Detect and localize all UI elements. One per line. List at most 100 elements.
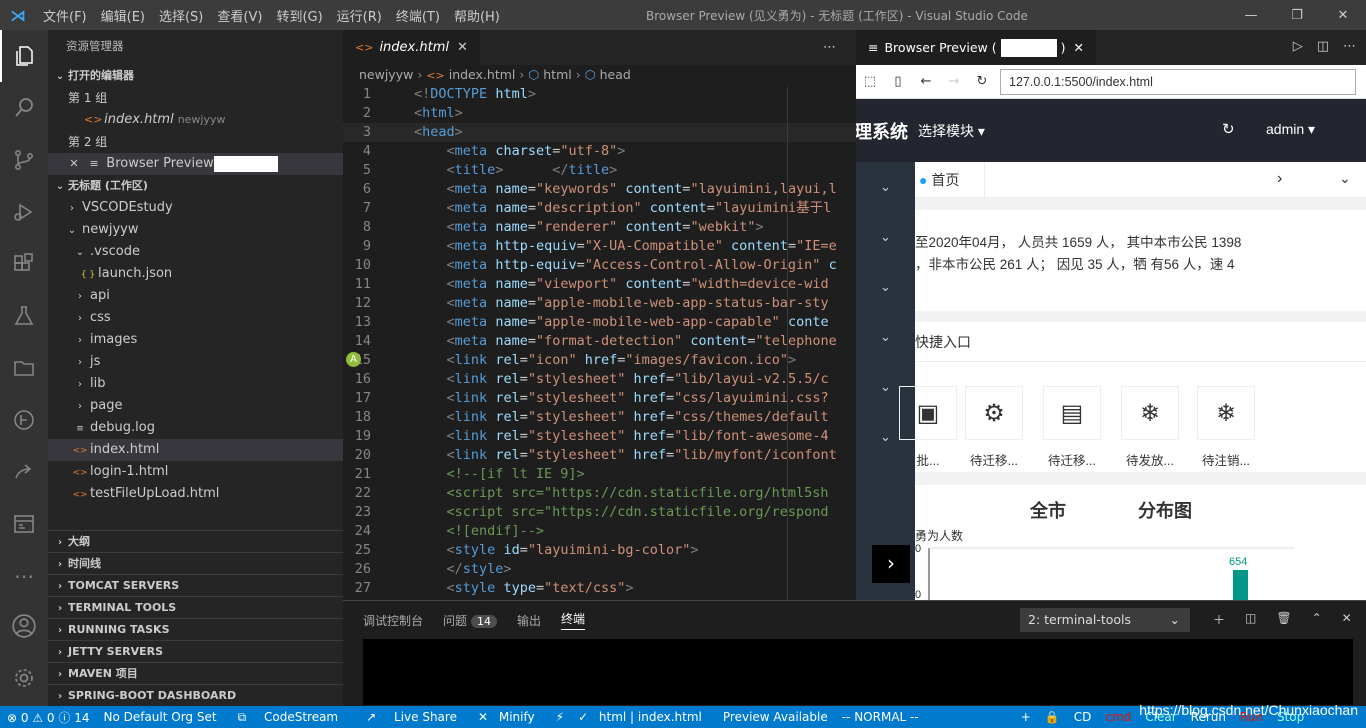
tab-debug-console[interactable]: 调试控制台 bbox=[363, 612, 423, 629]
testing-flask-icon[interactable] bbox=[0, 290, 48, 342]
maximize-panel-icon[interactable]: ⌃ bbox=[1312, 611, 1322, 628]
run-icon[interactable]: ▷ bbox=[1293, 39, 1303, 54]
add-icon[interactable]: + bbox=[1014, 710, 1038, 724]
panel-section[interactable]: › 大纲 bbox=[48, 530, 343, 552]
extensions-icon[interactable] bbox=[0, 238, 48, 290]
forward-icon[interactable]: → bbox=[940, 74, 968, 89]
folder-manager-icon[interactable] bbox=[0, 342, 48, 394]
problems-status[interactable]: ⊗ 0 ⚠ 0 ⓘ 14 bbox=[0, 709, 96, 726]
tab-home[interactable]: ● 首页 bbox=[915, 162, 985, 198]
code-area[interactable]: 1 <!DOCTYPE html> 2 <html> 3 <head> 4 <meta ch… bbox=[343, 85, 856, 598]
chevron-down-icon[interactable]: ⌄ bbox=[856, 162, 915, 212]
tab-terminal[interactable]: 终端 bbox=[561, 610, 586, 630]
codestream-status[interactable]: ⧉ CodeStream bbox=[224, 710, 353, 725]
menu-item[interactable]: 终端(T) bbox=[389, 6, 447, 25]
panel-section[interactable]: › MAVEN 项目 bbox=[48, 662, 343, 684]
breadcrumb-item[interactable]: newjyyw bbox=[359, 67, 413, 82]
cmd-button[interactable]: cmd bbox=[1098, 710, 1138, 724]
close-icon[interactable]: ✕ bbox=[66, 153, 82, 175]
device-icon[interactable]: ▯ bbox=[884, 74, 912, 89]
close-window-icon[interactable]: ✕ bbox=[1320, 0, 1366, 30]
split-editor-icon[interactable]: ◫ bbox=[1317, 39, 1329, 54]
open-editor-browser-preview[interactable]: ✕ ≡ Browser Preview bbox=[48, 153, 343, 175]
preview-status[interactable]: Preview Available bbox=[716, 710, 835, 724]
quick-entry-item[interactable]: ▤ 待迁移... bbox=[1043, 386, 1101, 469]
tree-item[interactable]: ≡ debug.log bbox=[48, 417, 343, 439]
refresh-icon[interactable]: ↻ bbox=[968, 74, 996, 89]
source-control-icon[interactable] bbox=[0, 134, 48, 186]
tree-item[interactable]: › VSCODEstudy bbox=[48, 197, 343, 219]
settings-gear-icon[interactable] bbox=[0, 652, 48, 704]
close-icon[interactable]: ✕ bbox=[1342, 611, 1352, 628]
close-icon[interactable]: ✕ bbox=[457, 40, 468, 55]
panel-section[interactable]: › JETTY SERVERS bbox=[48, 640, 343, 662]
module-select[interactable]: 选择模块 ▾ bbox=[918, 121, 985, 141]
breadcrumb-item[interactable]: head bbox=[600, 67, 631, 82]
more-icon[interactable]: ⋯ bbox=[0, 550, 48, 602]
breadcrumb-item[interactable]: index.html bbox=[449, 67, 516, 82]
language-status[interactable]: ✓ html | index.html bbox=[571, 710, 716, 724]
inspect-icon[interactable]: ⬚ bbox=[856, 74, 884, 89]
workspace-section[interactable]: ⌄ 无标题 (工作区) bbox=[48, 175, 343, 197]
tree-item[interactable]: › js bbox=[48, 351, 343, 373]
tree-item[interactable]: › images bbox=[48, 329, 343, 351]
tab-problems[interactable]: 问题 14 bbox=[443, 612, 498, 629]
menu-item[interactable]: 文件(F) bbox=[36, 6, 94, 25]
menu-item[interactable]: 查看(V) bbox=[210, 6, 269, 25]
minimize-icon[interactable]: — bbox=[1228, 0, 1274, 30]
tree-item[interactable]: <> login-1.html bbox=[48, 461, 343, 483]
side-toggle-icon[interactable]: › bbox=[872, 545, 910, 583]
terminal[interactable] bbox=[363, 639, 1353, 705]
tab-menu-icon[interactable]: ⌄ bbox=[1339, 170, 1351, 187]
menu-item[interactable]: 编辑(E) bbox=[94, 6, 152, 25]
tree-item[interactable]: ⌄ newjyyw bbox=[48, 219, 343, 241]
tree-item[interactable]: › css bbox=[48, 307, 343, 329]
url-input[interactable] bbox=[1000, 68, 1356, 95]
tab-next-icon[interactable]: › bbox=[1277, 170, 1282, 188]
live-share-icon[interactable] bbox=[0, 446, 48, 498]
tree-item[interactable]: ⌄ .vscode bbox=[48, 241, 343, 263]
run-debug-icon[interactable] bbox=[0, 186, 48, 238]
trash-icon[interactable]: 🗑 bbox=[1276, 611, 1291, 628]
explorer-icon[interactable] bbox=[0, 30, 48, 82]
tree-item[interactable]: <> index.html bbox=[48, 439, 343, 461]
breadcrumb-item[interactable]: html bbox=[543, 67, 571, 82]
chevron-down-icon[interactable]: ⌄ bbox=[856, 212, 915, 262]
chevron-down-icon[interactable]: ⌄ bbox=[856, 262, 915, 312]
panel-section[interactable]: › RUNNING TASKS bbox=[48, 618, 343, 640]
bolt-icon[interactable]: ⚡ bbox=[549, 710, 571, 724]
gutter-marker-icon[interactable]: A bbox=[346, 352, 361, 367]
cd-button[interactable]: CD bbox=[1067, 710, 1099, 724]
account-icon[interactable] bbox=[0, 600, 48, 652]
quick-entry-item[interactable]: ▣ 批... bbox=[899, 386, 957, 469]
menu-item[interactable]: 运行(R) bbox=[330, 6, 389, 25]
lock-icon[interactable]: 🔒 bbox=[1038, 710, 1067, 724]
open-editor-index-html[interactable]: <> index.html newjyyw bbox=[48, 109, 343, 131]
browser-preview-tab[interactable]: ≡ Browser Preview () ✕ bbox=[856, 30, 1096, 65]
panel-section[interactable]: › TOMCAT SERVERS bbox=[48, 574, 343, 596]
panel-section[interactable]: › 时间线 bbox=[48, 552, 343, 574]
liveshare-status[interactable]: ↗ Live Share bbox=[352, 710, 471, 724]
open-editors-section[interactable]: ⌄ 打开的编辑器 bbox=[48, 65, 343, 87]
quick-entry-item[interactable]: ❄ 待注销... bbox=[1197, 386, 1255, 469]
org-status[interactable]: No Default Org Set bbox=[96, 710, 223, 724]
tab-output[interactable]: 输出 bbox=[517, 612, 541, 629]
terminal-select[interactable]: 2: terminal-tools ⌄ bbox=[1020, 608, 1190, 632]
panel-section[interactable]: › TERMINAL TOOLS bbox=[48, 596, 343, 618]
tree-item[interactable]: › api bbox=[48, 285, 343, 307]
restore-icon[interactable]: ❐ bbox=[1274, 0, 1320, 30]
quick-entry-item[interactable]: ⚙ 待迁移... bbox=[965, 386, 1023, 469]
tree-item[interactable]: <> testFileUpLoad.html bbox=[48, 483, 343, 505]
remote-explorer-icon[interactable] bbox=[0, 498, 48, 550]
search-icon[interactable] bbox=[0, 82, 48, 134]
editor-tab-index-html[interactable]: <> index.html ✕ bbox=[343, 30, 480, 65]
close-icon[interactable]: ✕ bbox=[1074, 40, 1084, 55]
git-graph-icon[interactable] bbox=[0, 394, 48, 446]
tree-item[interactable]: › lib bbox=[48, 373, 343, 395]
minify-status[interactable]: ✕ Minify bbox=[471, 710, 549, 724]
refresh-icon[interactable]: ↻ bbox=[1222, 120, 1235, 138]
panel-section[interactable]: › SPRING-BOOT DASHBOARD bbox=[48, 684, 343, 706]
chevron-down-icon[interactable]: ⌄ bbox=[856, 312, 915, 362]
back-icon[interactable]: ← bbox=[912, 74, 940, 89]
user-menu[interactable]: admin ▾ bbox=[1266, 121, 1315, 138]
